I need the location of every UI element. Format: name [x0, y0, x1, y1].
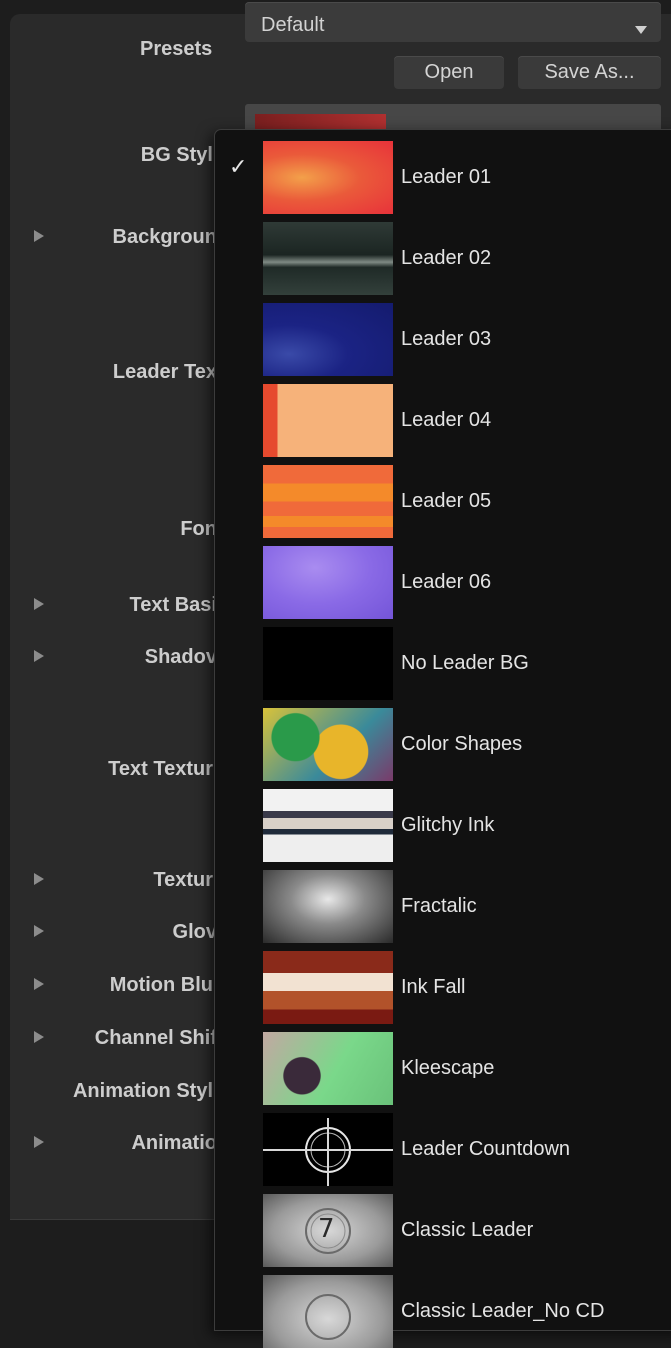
row-label-font: Fon	[180, 518, 217, 540]
presets-selected-value: Default	[261, 14, 325, 36]
menu-item-label: Leader Countdown	[401, 1138, 571, 1160]
ink-fall-thumbnail	[263, 951, 393, 1024]
save-as-button[interactable]: Save As...	[518, 56, 661, 89]
menu-item-no-leader-bg[interactable]: No Leader BG	[215, 616, 671, 700]
row-label-animation-style: Animation Styl	[72, 1080, 213, 1102]
menu-item-leader-02[interactable]: Leader 02	[215, 211, 671, 295]
menu-item-glitchy-ink[interactable]: Glitchy Ink	[215, 778, 671, 862]
glitchy-ink-thumbnail	[263, 789, 393, 862]
disclosure-triangle-icon[interactable]	[34, 925, 44, 937]
checkmark-icon: ✓	[229, 154, 248, 179]
bg-style-dropdown-menu: ✓ Leader 01 Leader 02 Leader 03 Leader 0…	[214, 129, 671, 1348]
disclosure-triangle-icon[interactable]	[34, 230, 44, 242]
menu-item-classic-leader-no-cd[interactable]: Classic Leader_No CD	[215, 1264, 671, 1348]
menu-item-color-shapes[interactable]: Color Shapes	[215, 697, 671, 781]
leader-03-thumbnail	[263, 303, 393, 376]
row-label-motion-blur: Motion Blu	[109, 974, 213, 996]
menu-item-fractalic[interactable]: Fractalic	[215, 859, 671, 943]
menu-item-label: Ink Fall	[401, 976, 466, 998]
menu-item-classic-leader[interactable]: 7 Classic Leader	[215, 1183, 671, 1267]
disclosure-triangle-icon[interactable]	[34, 598, 44, 610]
menu-item-label: Leader 06	[401, 571, 492, 593]
menu-item-label: No Leader BG	[401, 652, 529, 674]
row-label-animation: Animatio	[131, 1132, 217, 1154]
row-label-channel-shift: Channel Shif	[94, 1027, 217, 1049]
menu-item-leader-03[interactable]: Leader 03	[215, 292, 671, 376]
menu-item-label: Color Shapes	[401, 733, 523, 755]
menu-item-kleescape[interactable]: Kleescape	[215, 1021, 671, 1105]
row-label-text-texture: Text Textur	[108, 758, 213, 780]
menu-item-leader-countdown[interactable]: Leader Countdown	[215, 1102, 671, 1186]
disclosure-triangle-icon[interactable]	[34, 873, 44, 885]
menu-item-label: Fractalic	[401, 895, 477, 917]
leader-04-thumbnail	[263, 384, 393, 457]
menu-item-label: Classic Leader	[401, 1219, 534, 1241]
classic-leader-thumbnail: 7	[263, 1194, 393, 1267]
countdown-digit: 7	[318, 1214, 335, 1244]
menu-item-label: Leader 01	[401, 166, 492, 188]
row-label-shadow: Shadov	[144, 646, 217, 668]
menu-item-label: Leader 02	[401, 247, 492, 269]
menu-item-ink-fall[interactable]: Ink Fall	[215, 940, 671, 1024]
row-label-background: Backgroun	[112, 226, 217, 248]
disclosure-triangle-icon[interactable]	[34, 1136, 44, 1148]
fractalic-thumbnail	[263, 870, 393, 943]
menu-item-leader-04[interactable]: Leader 04	[215, 373, 671, 457]
no-leader-bg-thumbnail	[263, 627, 393, 700]
menu-item-leader-06[interactable]: Leader 06	[215, 535, 671, 619]
menu-item-label: Leader 04	[401, 409, 492, 431]
row-label-leader-text: Leader Tex	[112, 361, 217, 383]
leader-05-thumbnail	[263, 465, 393, 538]
crosshair-icon	[263, 1118, 393, 1186]
row-label-glow: Glov	[172, 921, 217, 943]
menu-item-label: Glitchy Ink	[401, 814, 495, 836]
menu-item-label: Leader 03	[401, 328, 492, 350]
menu-item-label: Leader 05	[401, 490, 492, 512]
leader-02-thumbnail	[263, 222, 393, 295]
chevron-down-icon	[635, 26, 647, 34]
leader-06-thumbnail	[263, 546, 393, 619]
row-label-texture: Textur	[153, 869, 213, 891]
disclosure-triangle-icon[interactable]	[34, 650, 44, 662]
color-shapes-thumbnail	[263, 708, 393, 781]
disclosure-triangle-icon[interactable]	[34, 978, 44, 990]
menu-item-leader-01[interactable]: ✓ Leader 01	[215, 130, 671, 214]
menu-item-leader-05[interactable]: Leader 05	[215, 454, 671, 538]
row-label-bg-style: BG Styl	[140, 144, 213, 166]
presets-label: Presets	[140, 38, 213, 60]
leader-01-thumbnail	[263, 141, 393, 214]
row-label-text-basics: Text Basi	[129, 594, 217, 616]
kleescape-thumbnail	[263, 1032, 393, 1105]
disclosure-triangle-icon[interactable]	[34, 1031, 44, 1043]
leader-countdown-thumbnail	[263, 1113, 393, 1186]
presets-popup[interactable]: Default	[245, 2, 661, 42]
menu-item-label: Kleescape	[401, 1057, 495, 1079]
open-button[interactable]: Open	[394, 56, 504, 89]
